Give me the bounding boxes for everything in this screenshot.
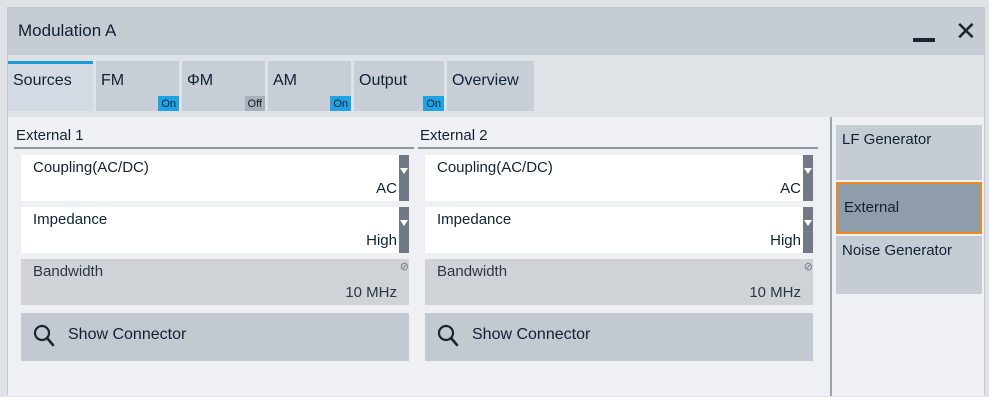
field-label: Coupling(AC/DC) bbox=[33, 159, 149, 176]
tab-label: FM bbox=[101, 72, 125, 89]
sources-panel: External 1 Coupling(AC/DC) AC Impedance … bbox=[8, 117, 830, 396]
tab-label: Overview bbox=[452, 72, 519, 89]
sidebar-item-lf-generator[interactable]: LF Generator bbox=[836, 125, 982, 180]
field-value: 10 MHz bbox=[345, 284, 397, 301]
dropdown-arrow-icon[interactable] bbox=[399, 207, 409, 253]
coupling-select[interactable]: Coupling(AC/DC) AC bbox=[21, 155, 409, 201]
no-entry-icon: ⊘ bbox=[399, 261, 409, 273]
magnifier-icon bbox=[33, 324, 55, 347]
bandwidth-field: Bandwidth 10 MHz ⊘ bbox=[21, 259, 409, 305]
field-label: Bandwidth bbox=[33, 263, 104, 280]
magnifier-icon bbox=[437, 324, 459, 347]
tab-bar: Sources FM On ΦM Off AM On Output On Ove… bbox=[8, 55, 984, 117]
field-value: 10 MHz bbox=[749, 284, 801, 301]
external-2-section: External 2 Coupling(AC/DC) AC Impedance … bbox=[418, 127, 818, 361]
sidebar-item-label: LF Generator bbox=[842, 131, 932, 148]
tab-label: Sources bbox=[13, 72, 72, 89]
status-badge: On bbox=[158, 96, 179, 111]
tab-fm[interactable]: FM On bbox=[96, 61, 179, 111]
window-title: Modulation A bbox=[18, 21, 117, 40]
field-value: AC bbox=[780, 180, 801, 197]
sidebar-item-label: External bbox=[844, 199, 900, 216]
field-value: High bbox=[770, 232, 801, 249]
tab-label: Output bbox=[359, 72, 408, 89]
show-connector-button[interactable]: Show Connector bbox=[425, 313, 813, 361]
tab-output[interactable]: Output On bbox=[354, 61, 444, 111]
section-title: External 1 bbox=[14, 127, 414, 149]
button-label: Show Connector bbox=[472, 326, 591, 343]
source-sidebar: LF Generator External Noise Generator bbox=[830, 117, 984, 396]
sidebar-item-noise-generator[interactable]: Noise Generator bbox=[836, 236, 982, 294]
bandwidth-field: Bandwidth 10 MHz ⊘ bbox=[425, 259, 813, 305]
coupling-select[interactable]: Coupling(AC/DC) AC bbox=[425, 155, 813, 201]
impedance-select[interactable]: Impedance High bbox=[21, 207, 409, 253]
external-1-section: External 1 Coupling(AC/DC) AC Impedance … bbox=[14, 127, 414, 361]
field-label: Coupling(AC/DC) bbox=[437, 159, 553, 176]
modulation-dialog: Modulation A ✕ Sources FM On ΦM Off AM O… bbox=[7, 7, 985, 396]
button-label: Show Connector bbox=[68, 326, 187, 343]
impedance-select[interactable]: Impedance High bbox=[425, 207, 813, 253]
status-badge: Off bbox=[244, 96, 265, 111]
status-badge: On bbox=[330, 96, 351, 111]
dropdown-arrow-icon[interactable] bbox=[803, 207, 813, 253]
no-entry-icon: ⊘ bbox=[803, 261, 813, 273]
tab-label: ΦM bbox=[187, 72, 214, 89]
tab-label: AM bbox=[273, 72, 297, 89]
section-title: External 2 bbox=[418, 127, 818, 149]
title-bar: Modulation A ✕ bbox=[8, 8, 984, 55]
minimize-icon[interactable] bbox=[913, 38, 935, 42]
field-label: Impedance bbox=[437, 211, 512, 228]
dropdown-arrow-icon[interactable] bbox=[399, 155, 409, 201]
field-label: Bandwidth bbox=[437, 263, 508, 280]
tab-sources[interactable]: Sources bbox=[8, 61, 93, 111]
status-badge: On bbox=[423, 96, 444, 111]
sidebar-item-external[interactable]: External bbox=[836, 182, 982, 234]
close-icon[interactable]: ✕ bbox=[955, 16, 977, 46]
dropdown-arrow-icon[interactable] bbox=[803, 155, 813, 201]
field-label: Impedance bbox=[33, 211, 108, 228]
tab-am[interactable]: AM On bbox=[268, 61, 351, 111]
sidebar-item-label: Noise Generator bbox=[842, 242, 953, 259]
tab-overview[interactable]: Overview bbox=[447, 61, 534, 111]
show-connector-button[interactable]: Show Connector bbox=[21, 313, 409, 361]
tab-phim[interactable]: ΦM Off bbox=[182, 61, 265, 111]
field-value: High bbox=[366, 232, 397, 249]
field-value: AC bbox=[376, 180, 397, 197]
